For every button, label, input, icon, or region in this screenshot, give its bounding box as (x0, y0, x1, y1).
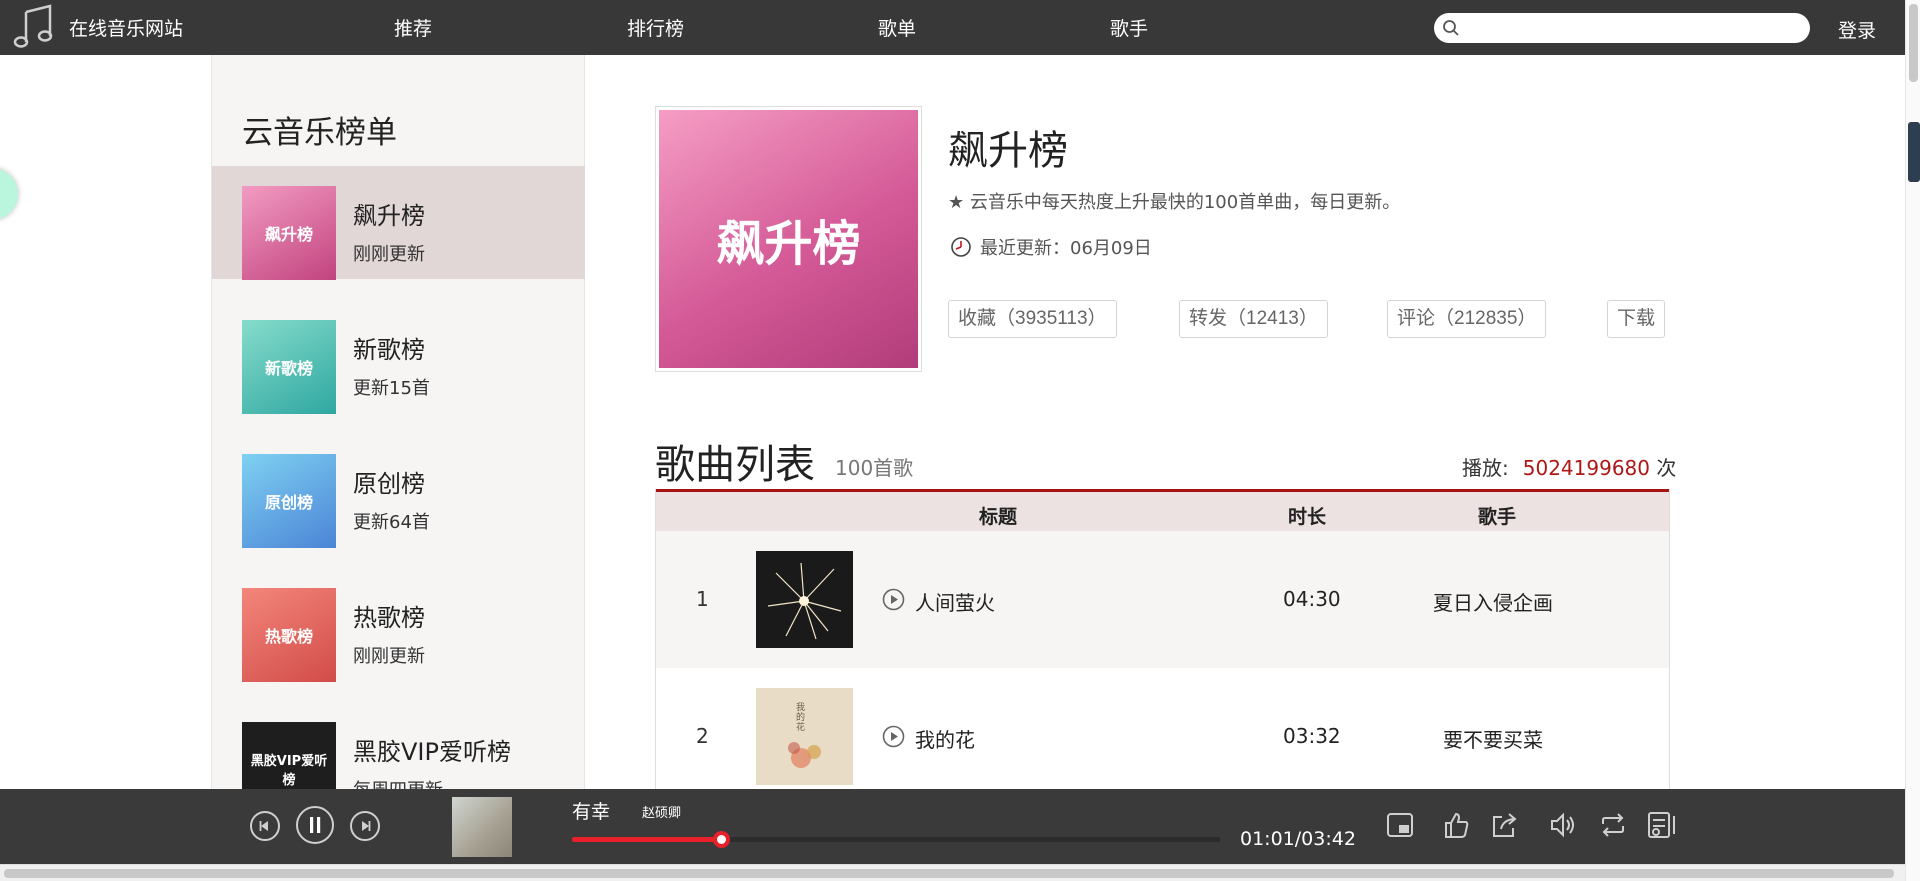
rank-cover: 原创榜 (242, 454, 336, 548)
table-header: 标题 时长 歌手 (656, 489, 1669, 531)
table-row[interactable]: 2 我 的 花 我的花 03:32 要不要买菜 (656, 668, 1669, 805)
download-button[interactable]: 下载 (1607, 300, 1666, 338)
playback-time: 01:01/03:42 (1240, 828, 1356, 850)
play-count-number: 5024199680 (1522, 456, 1650, 480)
now-playing-artist[interactable]: 赵硕卿 (642, 802, 681, 821)
repeat-icon[interactable] (1598, 810, 1628, 840)
scrollbar-thumb[interactable] (4, 869, 1894, 878)
song-duration: 04:30 (1283, 587, 1341, 611)
column-artist: 歌手 (1478, 506, 1517, 528)
nav-playlists[interactable]: 歌单 (878, 14, 916, 41)
play-circle-icon[interactable] (882, 588, 905, 611)
like-icon[interactable] (1441, 810, 1471, 840)
play-count-unit: 次 (1656, 456, 1677, 480)
pause-icon[interactable] (296, 806, 334, 844)
rank-name: 黑胶VIP爱听榜 (353, 738, 511, 766)
playlist-description: ★ 云音乐中每天热度上升最快的100首单曲，每日更新。 (948, 192, 1401, 213)
now-playing-title[interactable]: 有幸 (572, 797, 610, 824)
search-icon[interactable] (1442, 19, 1460, 37)
music-note-icon[interactable] (12, 2, 56, 50)
rank-name: 热歌榜 (353, 604, 425, 632)
progress-handle[interactable] (713, 831, 731, 848)
top-navigation-bar: 在线音乐网站 推荐 排行榜 歌单 歌手 登录 (0, 0, 1905, 55)
prev-icon[interactable] (250, 811, 280, 841)
row-index: 2 (696, 724, 709, 748)
sidebar-title: 云音乐榜单 (242, 115, 397, 151)
play-count: 播放: 5024199680 次 (1462, 452, 1676, 481)
rank-name: 原创榜 (353, 470, 425, 498)
progress-fill (572, 837, 722, 842)
progress-bar[interactable] (572, 831, 1220, 848)
clock-icon (951, 237, 971, 257)
playlist-icon[interactable] (1646, 810, 1682, 840)
nav-artists[interactable]: 歌手 (1110, 14, 1148, 41)
playlist-update: 最近更新：06月09日 (950, 234, 1152, 260)
nav-rankings[interactable]: 排行榜 (627, 14, 684, 41)
rank-update: 更新64首 (353, 512, 430, 533)
sidebar-item-hot[interactable]: 热歌榜 热歌榜 刚刚更新 (212, 568, 585, 682)
sidebar-item-soaring[interactable]: 飙升榜 飙升榜 刚刚更新 (212, 166, 585, 280)
rank-cover: 飙升榜 (242, 186, 336, 280)
svg-text:的: 的 (796, 711, 805, 723)
play-count-label: 播放: (1462, 456, 1509, 480)
song-artist[interactable]: 要不要买菜 (1403, 724, 1583, 753)
song-cover (756, 551, 853, 648)
row-index: 1 (696, 587, 709, 611)
rank-name: 新歌榜 (353, 336, 425, 364)
nav-recommend[interactable]: 推荐 (394, 14, 432, 41)
play-circle-icon[interactable] (882, 725, 905, 748)
volume-icon[interactable] (1548, 810, 1578, 840)
song-name[interactable]: 人间萤火 (915, 587, 995, 616)
song-list-heading: 歌曲列表 (655, 442, 815, 488)
share-button[interactable]: 转发（12413） (1179, 300, 1328, 338)
song-count: 100首歌 (835, 456, 914, 480)
svg-text:花: 花 (796, 721, 805, 733)
rank-update: 刚刚更新 (353, 646, 425, 667)
sidebar-item-original[interactable]: 原创榜 原创榜 更新64首 (212, 434, 585, 548)
table-row[interactable]: 1 人间萤火 04:30 夏日入侵企画 (656, 531, 1669, 668)
svg-text:我: 我 (796, 702, 805, 713)
site-name[interactable]: 在线音乐网站 (69, 14, 183, 41)
rank-cover: 热歌榜 (242, 588, 336, 682)
song-cover: 我 的 花 (756, 688, 853, 785)
floating-button[interactable] (0, 168, 18, 220)
song-name[interactable]: 我的花 (915, 724, 975, 753)
search-input[interactable] (1466, 17, 1796, 39)
rank-cover: 新歌榜 (242, 320, 336, 414)
mini-player-icon[interactable] (1385, 810, 1415, 840)
scrollbar-thumb[interactable] (1909, 4, 1918, 82)
rank-update: 更新15首 (353, 378, 430, 399)
column-title: 标题 (979, 506, 1018, 528)
sidebar-item-new[interactable]: 新歌榜 新歌榜 更新15首 (212, 300, 585, 414)
share-icon[interactable] (1489, 810, 1519, 840)
rank-update: 刚刚更新 (353, 244, 425, 265)
song-artist[interactable]: 夏日入侵企画 (1403, 587, 1583, 616)
rank-name: 飙升榜 (353, 202, 425, 230)
playlist-cover: 飙升榜 (655, 106, 922, 372)
update-text: 最近更新：06月09日 (980, 238, 1152, 259)
chart-sidebar: 云音乐榜单 飙升榜 飙升榜 刚刚更新 新歌榜 新歌榜 更新15首 原创榜 原创榜… (211, 55, 585, 881)
now-playing-cover[interactable] (452, 797, 512, 857)
search-box (1434, 13, 1810, 43)
side-widget[interactable] (1908, 122, 1920, 182)
collect-button[interactable]: 收藏（3935113） (948, 300, 1117, 338)
comment-button[interactable]: 评论（212835） (1387, 300, 1547, 338)
playlist-title: 飙升榜 (948, 128, 1068, 174)
song-duration: 03:32 (1283, 724, 1341, 748)
horizontal-scrollbar[interactable] (0, 864, 1905, 881)
playlist-cover-text: 飙升榜 (659, 110, 918, 368)
login-link[interactable]: 登录 (1838, 16, 1876, 43)
next-icon[interactable] (350, 811, 380, 841)
column-duration: 时长 (1288, 506, 1327, 528)
